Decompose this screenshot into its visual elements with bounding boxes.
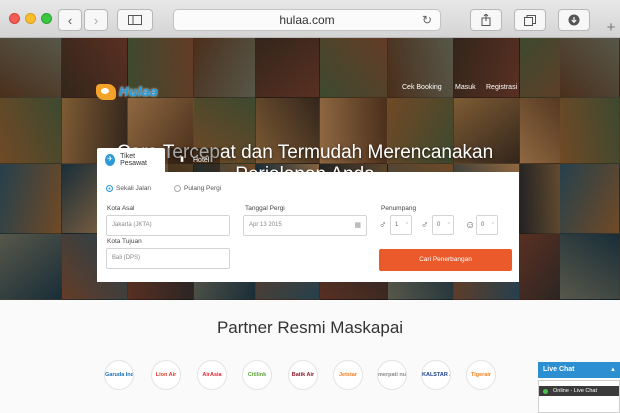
- origin-field[interactable]: Jakarta (JKTA): [106, 215, 230, 236]
- sidebar-icon: [128, 15, 142, 25]
- airline-logo: Tigerair: [466, 360, 496, 390]
- hotel-icon: ▮: [180, 156, 184, 163]
- zoom-window-button[interactable]: [41, 13, 52, 24]
- adult-count-select[interactable]: 1: [390, 215, 412, 235]
- live-chat-status: Online - Live Chat: [553, 388, 598, 394]
- destination-label: Kota Tujuan: [107, 238, 142, 245]
- online-status-icon: [543, 388, 548, 394]
- child-icon: ♂: [421, 219, 429, 231]
- share-button[interactable]: [470, 9, 502, 31]
- adult-icon: ♂: [379, 219, 387, 231]
- infant-count: 0: [481, 222, 485, 228]
- plane-icon: ✈: [105, 154, 116, 166]
- sidebar-button[interactable]: [117, 9, 153, 31]
- adult-count: 1: [395, 222, 399, 228]
- origin-value: Jakarta (JKTA): [112, 222, 152, 228]
- child-count-select[interactable]: 0: [432, 215, 454, 235]
- downloads-button[interactable]: [558, 9, 590, 31]
- airline-logo: merpati nusantara: [377, 360, 407, 390]
- tab-hotel[interactable]: ▮ Hotel: [168, 148, 220, 172]
- live-chat-status-bar: Online - Live Chat: [539, 386, 619, 396]
- reload-icon[interactable]: ↻: [422, 10, 432, 30]
- logo-icon: [96, 84, 116, 100]
- share-icon: [481, 14, 491, 26]
- airline-logo: Citilink: [242, 360, 272, 390]
- logo-text: Hulaa: [119, 85, 158, 99]
- airline-logo: Jetstar: [333, 360, 363, 390]
- chevron-up-icon: ▲: [610, 367, 616, 373]
- radio-round-trip-label: Pulang Pergi: [184, 185, 222, 192]
- nav-register[interactable]: Registrasi: [486, 84, 517, 91]
- radio-round-trip[interactable]: Pulang Pergi: [174, 185, 221, 192]
- tab-flight-label: Tiket Pesawat: [120, 153, 147, 167]
- minimize-window-button[interactable]: [25, 13, 36, 24]
- radio-one-way[interactable]: Sekali Jalan: [106, 185, 151, 192]
- new-tab-icon[interactable]: +: [602, 17, 620, 38]
- departure-date-field[interactable]: Apr 13 2015 ▦: [243, 215, 367, 236]
- partners-section: Partner Resmi Maskapai Garuda Indonesia L…: [0, 300, 620, 413]
- back-icon: ‹: [67, 12, 73, 28]
- nav-login[interactable]: Masuk: [455, 84, 476, 91]
- child-passenger-group: ♂ 0: [421, 215, 454, 235]
- origin-label: Kota Asal: [107, 205, 135, 212]
- live-chat-title: Live Chat: [543, 366, 575, 373]
- departure-value: Apr 13 2015: [249, 222, 282, 228]
- partners-title: Partner Resmi Maskapai: [216, 318, 404, 337]
- adult-passenger-group: ♂ 1: [379, 215, 412, 235]
- radio-off-icon: [174, 185, 181, 192]
- airline-logo: AirAsia: [197, 360, 227, 390]
- forward-icon: ›: [93, 12, 99, 28]
- child-count: 0: [437, 222, 441, 228]
- nav-check-booking[interactable]: Cek Booking: [402, 84, 442, 91]
- airline-logo: Lion Air: [151, 360, 181, 390]
- airline-logo: KALSTAR AVIATION: [421, 360, 451, 390]
- radio-one-way-label: Sekali Jalan: [116, 185, 152, 192]
- passengers-label: Penumpang: [381, 205, 417, 212]
- calendar-icon: ▦: [354, 222, 361, 229]
- airline-logo: Batik Air: [288, 360, 318, 390]
- search-flights-button[interactable]: Cari Penerbangan: [379, 249, 512, 271]
- tabs-icon: [524, 14, 536, 26]
- radio-on-icon: [106, 185, 113, 192]
- departure-label: Tanggal Pergi: [245, 205, 285, 212]
- close-window-button[interactable]: [9, 13, 20, 24]
- tab-hotel-label: Hotel: [193, 156, 210, 164]
- infant-passenger-group: ☺ 0: [465, 215, 498, 235]
- destination-field[interactable]: Bali (DPS): [106, 248, 230, 269]
- download-icon: [568, 14, 580, 26]
- forward-button[interactable]: ›: [84, 9, 108, 31]
- infant-icon: ☺: [465, 219, 476, 231]
- live-chat-header[interactable]: Live Chat ▲: [538, 362, 620, 378]
- live-chat-widget[interactable]: Online - Live Chat: [538, 380, 620, 413]
- destination-value: Bali (DPS): [112, 255, 141, 261]
- site-logo[interactable]: Hulaa: [96, 84, 158, 100]
- browser-toolbar: ‹ › hulaa.com ↻ +: [0, 0, 620, 38]
- url-text: hulaa.com: [279, 13, 335, 27]
- address-bar[interactable]: hulaa.com ↻: [173, 9, 441, 31]
- show-tabs-button[interactable]: [514, 9, 546, 31]
- flight-search-panel: Sekali Jalan Pulang Pergi Kota Asal Jaka…: [97, 172, 519, 282]
- back-button[interactable]: ‹: [58, 9, 82, 31]
- airline-logo: Garuda Indonesia: [104, 360, 134, 390]
- tab-flight[interactable]: ✈ Tiket Pesawat: [97, 148, 165, 172]
- infant-count-select[interactable]: 0: [476, 215, 498, 235]
